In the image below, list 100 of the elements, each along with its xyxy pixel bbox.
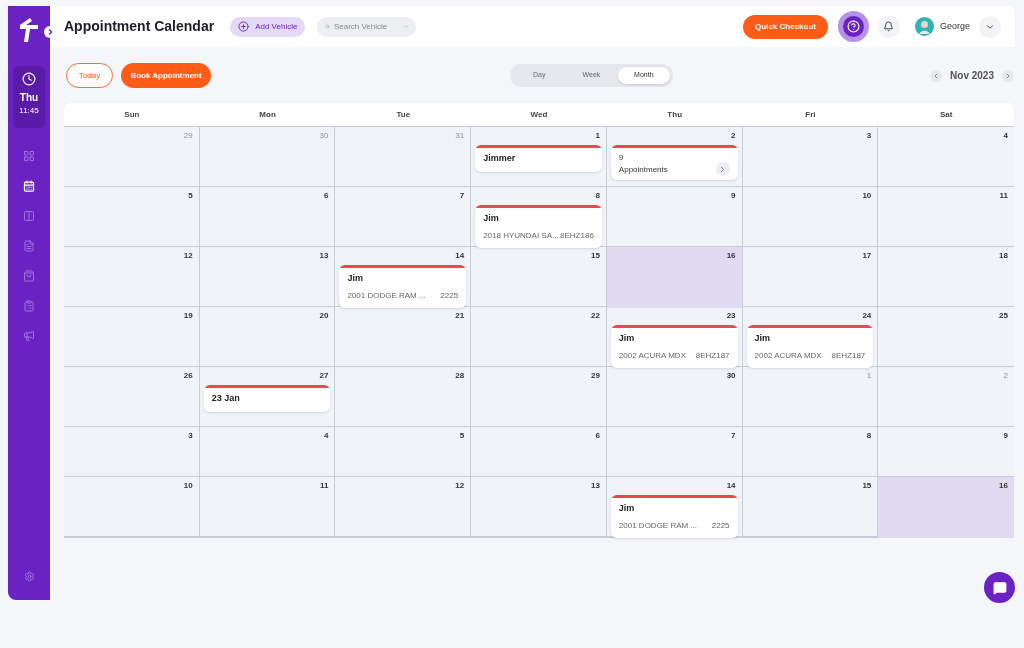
day-cell[interactable]: 12 bbox=[64, 247, 200, 308]
day-cell[interactable]: 14 Jim 2001 DODGE RAM ... 2225 bbox=[335, 247, 472, 308]
day-number: 7 bbox=[731, 430, 736, 442]
day-cell[interactable]: 10 bbox=[742, 187, 879, 248]
page-title: Appointment Calendar bbox=[64, 17, 215, 36]
day-cell[interactable]: 3 bbox=[64, 427, 200, 476]
day-cell[interactable]: 16 bbox=[606, 247, 743, 308]
day-number: 22 bbox=[590, 310, 600, 322]
day-cell[interactable]: 4 bbox=[199, 427, 336, 476]
day-number: 18 bbox=[999, 250, 1008, 262]
day-cell[interactable]: 3 bbox=[742, 127, 879, 186]
vehicle-name: 2002 ACURA MDX bbox=[754, 349, 822, 362]
day-number: 6 bbox=[595, 430, 600, 442]
day-cell[interactable]: 12 bbox=[335, 477, 472, 538]
day-number: 8 bbox=[866, 430, 872, 442]
license-plate: 8EHZ187 bbox=[695, 349, 730, 362]
appointment-card[interactable]: Jim 2002 ACURA MDX 8EHZ187 bbox=[610, 325, 738, 368]
day-number: 21 bbox=[455, 310, 465, 322]
vehicle-name: 2001 DODGE RAM ... bbox=[618, 519, 698, 532]
chat-button[interactable] bbox=[984, 572, 1015, 603]
day-cell[interactable]: 15 bbox=[471, 247, 607, 308]
next-month-button[interactable] bbox=[1002, 69, 1014, 82]
day-number: 27 bbox=[319, 370, 329, 382]
day-cell[interactable]: 4 bbox=[878, 127, 1014, 186]
customer-name: Jim bbox=[347, 272, 364, 285]
day-cell[interactable]: 11 bbox=[199, 477, 336, 538]
expand-icon[interactable] bbox=[44, 26, 56, 38]
day-cell[interactable]: 27 23 Jan bbox=[199, 367, 336, 426]
day-cell[interactable]: 28 bbox=[335, 367, 472, 426]
day-number: 15 bbox=[862, 480, 872, 492]
weekday-header: Sat bbox=[939, 108, 953, 121]
appointment-label: Appointments bbox=[618, 164, 668, 176]
appointment-card[interactable]: 9 Appointments bbox=[610, 145, 738, 180]
day-number: 2 bbox=[1003, 370, 1008, 382]
day-cell[interactable]: 18 bbox=[878, 247, 1014, 308]
search-field[interactable]: Search Vehicle bbox=[317, 16, 417, 37]
weekday-text: Thu bbox=[19, 91, 39, 105]
appointment-card[interactable]: Jimmer bbox=[475, 145, 602, 172]
day-cell[interactable]: 30 bbox=[606, 367, 743, 426]
day-cell[interactable]: 22 bbox=[471, 307, 607, 368]
day-cell[interactable]: 9 bbox=[878, 427, 1014, 476]
license-plate: 8EHZ187 bbox=[831, 349, 866, 362]
day-number: 14 bbox=[455, 250, 465, 262]
day-cell[interactable]: 8 bbox=[742, 427, 879, 476]
day-cell[interactable]: 24 Jim 2002 ACURA MDX 8EHZ187 bbox=[742, 307, 879, 368]
day-cell[interactable]: 5 bbox=[335, 427, 472, 476]
day-cell[interactable]: 2 9 Appointments bbox=[606, 127, 743, 186]
chat-icon bbox=[992, 580, 1007, 595]
day-number: 10 bbox=[862, 190, 872, 202]
day-cell[interactable]: 25 bbox=[878, 307, 1014, 368]
day-number: 1 bbox=[595, 130, 600, 142]
day-cell[interactable]: 17 bbox=[742, 247, 879, 308]
day-cell[interactable]: 13 bbox=[471, 477, 607, 538]
chevron-down-icon[interactable] bbox=[979, 15, 1001, 38]
day-cell[interactable]: 8 Jim 2018 HYUNDAI SA... 8EHZ186 bbox=[471, 187, 607, 248]
day-cell[interactable]: 1 Jimmer bbox=[471, 127, 607, 186]
nav-icon[interactable] bbox=[21, 178, 37, 194]
day-number: 3 bbox=[866, 130, 872, 142]
day-cell[interactable]: 23 Jim 2002 ACURA MDX 8EHZ187 bbox=[606, 307, 743, 368]
settings-icon[interactable] bbox=[23, 571, 35, 582]
day-cell[interactable]: 13 bbox=[199, 247, 336, 308]
day-number: 23 bbox=[726, 310, 736, 322]
day-number: 1 bbox=[866, 370, 872, 382]
day-number: 15 bbox=[590, 250, 600, 262]
day-cell[interactable]: 7 bbox=[606, 427, 743, 476]
vehicle-name: 2002 ACURA MDX bbox=[618, 349, 686, 362]
day-number: 5 bbox=[188, 190, 193, 202]
day-cell[interactable]: 7 bbox=[335, 187, 472, 248]
appointment-card[interactable]: Jim 2018 HYUNDAI SA... 8EHZ186 bbox=[475, 205, 602, 248]
chevron-right-icon[interactable] bbox=[715, 162, 730, 176]
vehicle-name: 2001 DODGE RAM ... bbox=[347, 289, 426, 302]
notification-icon[interactable] bbox=[877, 15, 900, 38]
day-cell[interactable]: 26 bbox=[64, 367, 200, 426]
appointment-card[interactable]: Jim 2001 DODGE RAM ... 2225 bbox=[610, 495, 738, 538]
day-cell[interactable]: 19 bbox=[64, 307, 200, 368]
chevron-right-icon bbox=[1004, 71, 1012, 80]
add-vehicle-button[interactable]: Add Vehicle bbox=[230, 16, 306, 37]
appointment-card[interactable]: 23 Jan bbox=[203, 385, 331, 412]
day-number: 28 bbox=[455, 370, 465, 382]
appointment-card[interactable]: Jim 2001 DODGE RAM ... 2225 bbox=[339, 265, 467, 308]
day-cell[interactable]: 10 bbox=[64, 477, 200, 538]
day-cell[interactable]: 6 bbox=[471, 427, 607, 476]
help-icon[interactable] bbox=[837, 11, 869, 42]
day-cell[interactable]: 21 bbox=[335, 307, 472, 368]
appointment-card[interactable]: Jim 2002 ACURA MDX 8EHZ187 bbox=[746, 325, 874, 368]
day-cell[interactable]: 6 bbox=[199, 187, 336, 248]
day-number: 12 bbox=[455, 480, 465, 492]
day-cell[interactable]: 29 bbox=[471, 367, 607, 426]
search-input[interactable]: Search Vehicle bbox=[333, 20, 400, 33]
day-cell[interactable]: 20 bbox=[199, 307, 336, 368]
previous-month-button[interactable] bbox=[930, 69, 943, 82]
day-cell[interactable]: 5 bbox=[64, 187, 200, 248]
day-number: 13 bbox=[590, 480, 600, 492]
day-number: 30 bbox=[726, 370, 736, 382]
day-number: 24 bbox=[862, 310, 872, 322]
plus-circle-icon bbox=[238, 21, 250, 32]
day-cell[interactable]: 11 bbox=[878, 187, 1014, 248]
customer-name: Jim bbox=[618, 332, 636, 345]
day-cell[interactable]: 14 Jim 2001 DODGE RAM ... 2225 bbox=[606, 477, 743, 538]
day-cell[interactable]: 16 bbox=[878, 477, 1014, 538]
